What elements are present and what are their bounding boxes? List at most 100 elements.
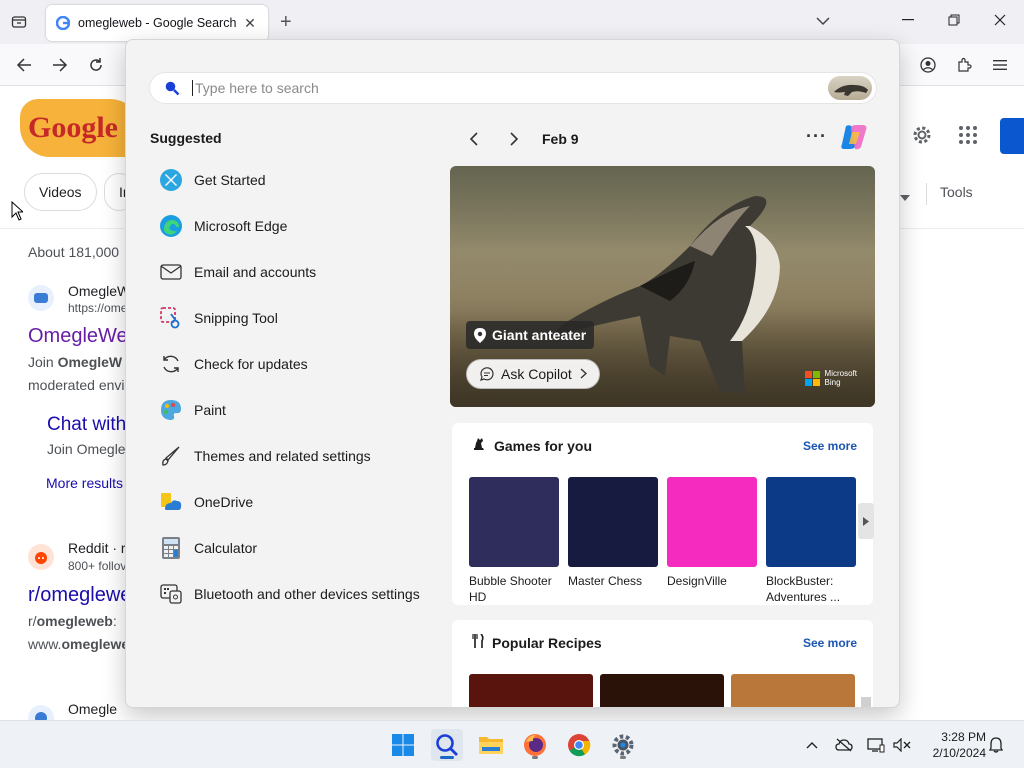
tab-list-icon[interactable] <box>8 11 30 33</box>
paint-icon <box>158 397 184 423</box>
list-all-tabs-icon[interactable] <box>816 13 830 31</box>
edge-icon <box>158 213 184 239</box>
recipes-see-more-link[interactable]: See more <box>803 636 857 650</box>
minimize-icon[interactable] <box>898 10 918 30</box>
suggested-item-calculator[interactable]: Calculator <box>150 530 430 566</box>
sitelink-title[interactable]: Chat with <box>47 414 126 436</box>
account-icon[interactable] <box>918 55 938 75</box>
google-favicon-icon <box>56 16 70 30</box>
recipe-thumbnail[interactable] <box>600 674 724 707</box>
divider <box>926 183 927 205</box>
snipping-tool-icon <box>158 305 184 331</box>
game-tile[interactable]: Master Chess <box>568 477 658 589</box>
suggested-item-bluetooth-devices[interactable]: Bluetooth and other devices settings <box>150 576 450 612</box>
location-badge[interactable]: Giant anteater <box>466 321 595 349</box>
update-icon <box>158 351 184 377</box>
browser-tab[interactable]: omegleweb - Google Search ✕ <box>46 5 268 41</box>
back-icon[interactable] <box>14 55 34 75</box>
search-taskbar-icon[interactable] <box>431 729 463 761</box>
restore-icon[interactable] <box>944 10 964 30</box>
date-navigator: Feb 9 <box>460 128 579 150</box>
fork-knife-icon <box>472 633 484 651</box>
more-results-link[interactable]: More results <box>46 475 123 491</box>
menu-icon[interactable] <box>990 55 1010 75</box>
onedrive-icon <box>158 489 184 515</box>
game-title: Master Chess <box>568 574 643 588</box>
extensions-icon[interactable] <box>954 55 974 75</box>
suggested-item-email-accounts[interactable]: Email and accounts <box>150 254 430 290</box>
panel-scrollbar[interactable] <box>861 697 871 707</box>
start-button-icon[interactable] <box>387 729 419 761</box>
settings-taskbar-icon[interactable] <box>607 729 639 761</box>
result-title-link[interactable]: OmegleWe <box>28 325 128 348</box>
microsoft-bing-logo: Microsoft Bing <box>804 369 857 387</box>
results-count: About 181,000 <box>28 244 120 260</box>
suggested-item-get-started[interactable]: Get Started <box>150 162 430 198</box>
filter-chip-videos[interactable]: Videos <box>24 173 97 211</box>
game-tile[interactable]: DesignVille <box>667 477 757 589</box>
tools-button[interactable]: Tools <box>940 184 973 200</box>
suggested-item-microsoft-edge[interactable]: Microsoft Edge <box>150 208 430 244</box>
google-doodle-logo[interactable]: Google <box>20 99 140 157</box>
result-snippet-line: www.omeglewe <box>28 636 130 652</box>
firefox-icon[interactable] <box>519 729 551 761</box>
filter-dropdown-icon[interactable] <box>900 188 910 206</box>
copilot-icon[interactable] <box>838 122 870 152</box>
recipes-card-heading: Popular Recipes <box>472 633 602 651</box>
taskbar: 3:28 PM 2/10/2024 <box>0 720 1024 768</box>
games-next-arrow-icon[interactable] <box>858 503 874 539</box>
game-tile[interactable]: BlockBuster: Adventures ... <box>766 477 856 605</box>
show-hidden-icons-chevron-icon[interactable] <box>802 735 822 755</box>
search-highlight-thumbnail[interactable] <box>828 76 872 100</box>
game-thumbnail <box>568 477 658 567</box>
mail-icon <box>158 259 184 285</box>
search-highlight-image[interactable]: Giant anteater Ask Copilot Microsoft Bing <box>450 166 875 407</box>
sitelink-snippet: Join Omegle <box>47 441 126 457</box>
suggested-item-onedrive[interactable]: OneDrive <box>150 484 430 520</box>
recipes-card: Popular Recipes See more <box>452 620 873 707</box>
game-title: Bubble Shooter HD <box>469 574 552 604</box>
next-day-icon[interactable] <box>500 128 528 150</box>
brush-icon <box>158 443 184 469</box>
cloud-sync-off-icon[interactable] <box>834 735 854 755</box>
file-explorer-icon[interactable] <box>475 729 507 761</box>
volume-muted-icon[interactable] <box>892 735 912 755</box>
tab-close-icon[interactable]: ✕ <box>242 15 258 32</box>
game-title: DesignVille <box>667 574 727 588</box>
reddit-icon <box>28 544 54 570</box>
search-box[interactable] <box>150 73 876 103</box>
chrome-icon[interactable] <box>563 729 595 761</box>
close-window-icon[interactable] <box>990 10 1010 30</box>
suggested-item-check-updates[interactable]: Check for updates <box>150 346 430 382</box>
site-favicon-icon <box>28 705 54 720</box>
game-tile[interactable]: Bubble Shooter HD <box>469 477 559 605</box>
game-thumbnail <box>766 477 856 567</box>
recipe-thumbnail[interactable] <box>469 674 593 707</box>
suggested-heading: Suggested <box>150 130 222 146</box>
ask-copilot-button[interactable]: Ask Copilot <box>466 359 600 389</box>
previous-day-icon[interactable] <box>460 128 488 150</box>
windows-search-panel: Suggested Get Started Microsoft Edge Ema… <box>125 39 900 708</box>
forward-icon[interactable] <box>50 55 70 75</box>
suggested-item-themes[interactable]: Themes and related settings <box>150 438 430 474</box>
google-apps-icon[interactable] <box>958 125 978 150</box>
system-clock[interactable]: 3:28 PM 2/10/2024 <box>922 729 986 761</box>
search-input[interactable] <box>192 80 792 96</box>
location-pin-icon <box>474 327 486 343</box>
new-tab-button[interactable]: + <box>280 12 292 32</box>
games-card: Games for you See more Bubble Shooter HD … <box>452 423 874 605</box>
display-icon[interactable] <box>866 735 886 755</box>
browser-tab-bar: omegleweb - Google Search ✕ + <box>0 0 1024 44</box>
chess-icon <box>472 437 486 454</box>
site-favicon-icon <box>28 285 54 311</box>
suggested-item-snipping-tool[interactable]: Snipping Tool <box>150 300 430 336</box>
sign-in-button[interactable] <box>1000 118 1024 154</box>
games-see-more-link[interactable]: See more <box>803 439 857 453</box>
recipe-thumbnail[interactable] <box>731 674 855 707</box>
notifications-bell-icon[interactable] <box>986 735 1006 755</box>
settings-gear-icon[interactable] <box>910 123 934 152</box>
suggested-item-paint[interactable]: Paint <box>150 392 430 428</box>
more-options-button[interactable]: ··· <box>806 126 827 147</box>
search-icon <box>165 81 180 96</box>
reload-icon[interactable] <box>86 55 106 75</box>
